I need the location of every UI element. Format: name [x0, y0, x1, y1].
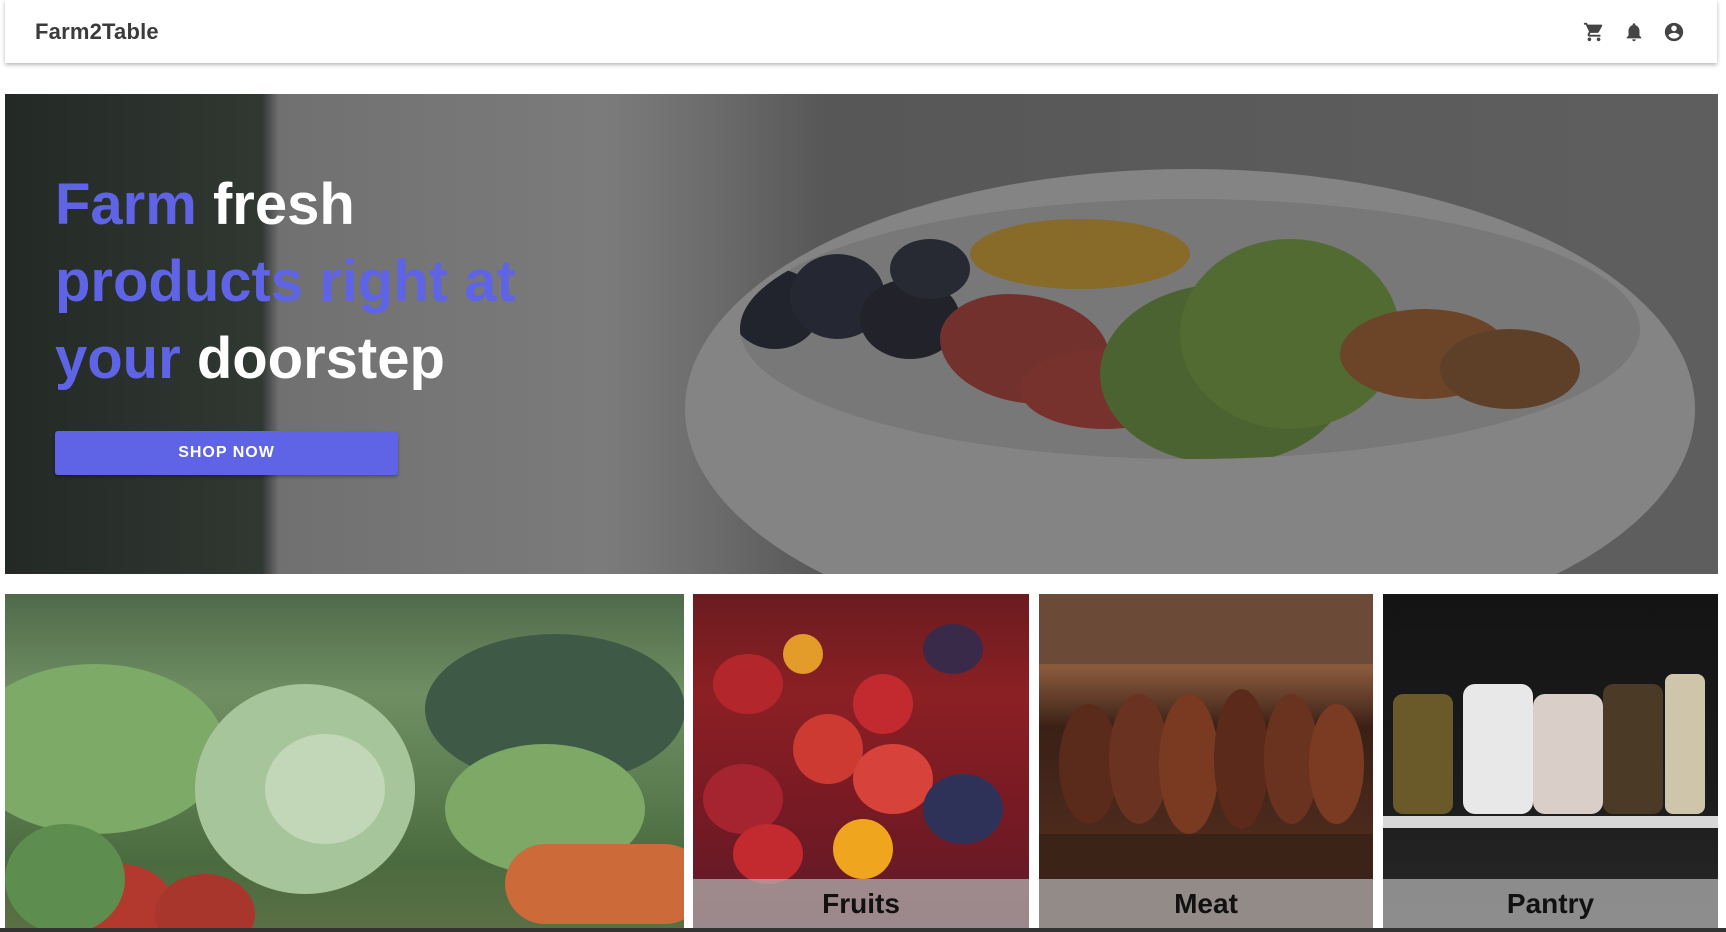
category-tile-meat[interactable]: Meat: [1039, 594, 1373, 929]
hero-banner: Farm fresh products right at your doorst…: [5, 94, 1718, 574]
app-bar-actions: [1583, 21, 1685, 43]
headline-phrase-products: products right at: [55, 249, 516, 314]
cart-icon[interactable]: [1583, 21, 1605, 43]
headline-word-fresh: fresh: [212, 172, 355, 237]
bell-icon[interactable]: [1623, 21, 1645, 43]
headline-word-doorstep: doorstep: [196, 326, 445, 391]
bottom-edge: [0, 928, 1726, 932]
hero-headline: Farm fresh products right at your doorst…: [55, 166, 575, 397]
category-tile-vegetables[interactable]: [5, 594, 684, 929]
category-tile-fruits[interactable]: Fruits: [693, 594, 1029, 929]
meat-label-bar: Meat: [1039, 879, 1373, 929]
category-label-meat: Meat: [1174, 888, 1238, 919]
pantry-label-bar: Pantry: [1383, 879, 1718, 929]
category-tile-pantry[interactable]: Pantry: [1383, 594, 1718, 929]
brand-logo[interactable]: Farm2Table: [35, 19, 159, 45]
headline-word-your: your: [55, 326, 197, 391]
vegetables-image: [5, 594, 684, 929]
shop-now-button[interactable]: SHOP NOW: [55, 431, 398, 475]
category-label-fruits: Fruits: [822, 888, 900, 919]
category-label-pantry: Pantry: [1506, 888, 1595, 919]
headline-word-farm: Farm: [55, 172, 213, 237]
account-circle-icon[interactable]: [1663, 21, 1685, 43]
fruits-label-bar: Fruits: [693, 879, 1029, 929]
app-bar: Farm2Table: [5, 0, 1717, 63]
